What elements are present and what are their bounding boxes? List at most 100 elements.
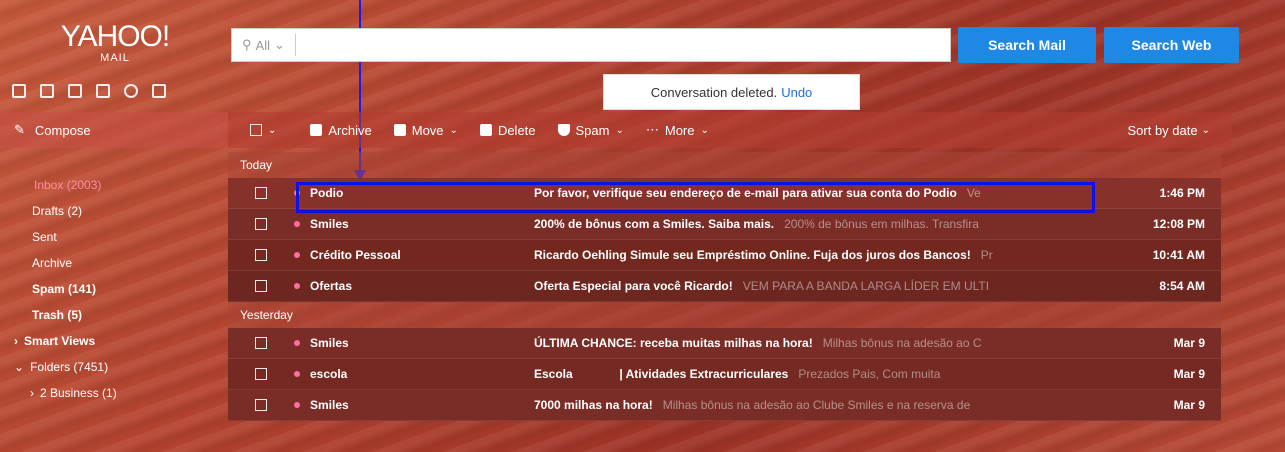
- search-mail-button[interactable]: Search Mail: [958, 27, 1096, 63]
- message-preview: 200% de bônus em milhas. Transfira: [784, 217, 979, 231]
- chevron-right-icon: ›: [14, 334, 18, 348]
- sort-label: Sort by date: [1127, 122, 1198, 138]
- notepad-icon[interactable]: [96, 84, 110, 98]
- message-sender: Smiles: [310, 336, 349, 350]
- unread-dot-icon: [294, 371, 300, 377]
- message-time: 10:41 AM: [1152, 248, 1205, 262]
- section-header-yesterday: Yesterday: [228, 302, 1221, 328]
- sidebar-item-label: Smart Views: [24, 334, 96, 348]
- search-bar: ⚲ All ⌄: [231, 28, 951, 62]
- more-label: More: [664, 122, 695, 138]
- select-all-checkbox[interactable]: [250, 124, 262, 136]
- message-preview: Milhas bônus na adesão ao C: [822, 336, 982, 350]
- yahoo-mail-logo[interactable]: YAHOO! MAIL: [40, 20, 190, 65]
- message-row[interactable]: Smiles 200% de bônus com a Smiles. Saiba…: [228, 209, 1221, 240]
- message-preview: VEM PARA A BANDA LARGA LÍDER EM ULTI: [742, 279, 990, 293]
- message-preview: Pr: [980, 248, 993, 262]
- message-subject: 200% de bônus com a Smiles. Saiba mais.: [534, 217, 775, 231]
- messenger-icon[interactable]: [124, 84, 138, 98]
- app-switcher: [12, 84, 166, 98]
- unread-dot-icon: [294, 402, 300, 408]
- message-subject: Por favor, verifique seu endereço de e-m…: [534, 186, 957, 200]
- contacts-icon[interactable]: [40, 84, 54, 98]
- search-scope-label: All: [255, 37, 270, 53]
- compose-label: Compose: [34, 122, 91, 138]
- trash-icon: [479, 124, 492, 136]
- chevron-down-icon: ⌄: [268, 124, 277, 136]
- sidebar-item-drafts[interactable]: Drafts (2): [0, 198, 228, 224]
- message-preview: Prezados Pais, Com muita: [798, 367, 941, 381]
- message-row[interactable]: Crédito Pessoal Ricardo Oehling Simule s…: [228, 240, 1221, 271]
- message-preview: Milhas bônus na adesão ao Clube Smiles e…: [662, 398, 971, 412]
- unread-dot-icon: [294, 252, 300, 258]
- toast-message: Conversation deleted.: [650, 84, 778, 100]
- chevron-down-icon: ⌄: [449, 124, 458, 136]
- select-all-dropdown[interactable]: ⌄: [250, 124, 276, 136]
- delete-button[interactable]: Delete: [479, 122, 536, 138]
- sidebar-item-folders[interactable]: ⌄ Folders (7451): [0, 354, 228, 380]
- delete-label: Delete: [497, 122, 536, 138]
- logo-text: YAHOO!: [60, 20, 170, 53]
- message-sender: Podio: [310, 186, 344, 200]
- more-button[interactable]: ⋯ More ⌄: [646, 122, 709, 138]
- row-checkbox[interactable]: [255, 218, 267, 230]
- row-checkbox[interactable]: [255, 399, 267, 411]
- message-row[interactable]: Smiles ÚLTIMA CHANCE: receba muitas milh…: [228, 328, 1221, 359]
- folder-icon: [393, 124, 406, 136]
- undo-link[interactable]: Undo: [781, 85, 812, 100]
- search-scope-dropdown[interactable]: ⚲ All ⌄: [232, 34, 296, 56]
- search-web-button[interactable]: Search Web: [1104, 27, 1239, 63]
- message-sender: Smiles: [310, 217, 349, 231]
- pencil-icon: ✎: [14, 122, 25, 137]
- message-sender: escola: [310, 367, 348, 381]
- sidebar-item-inbox[interactable]: Inbox (2003): [0, 172, 228, 198]
- row-checkbox[interactable]: [255, 187, 267, 199]
- search-input[interactable]: [295, 30, 950, 60]
- message-time: 12:08 PM: [1152, 217, 1205, 231]
- message-row[interactable]: escola Escola | Atividades Extracurricul…: [228, 359, 1221, 390]
- sidebar-item-trash[interactable]: Trash (5): [0, 302, 228, 328]
- newsfeed-icon[interactable]: [152, 84, 166, 98]
- move-button[interactable]: Move ⌄: [393, 123, 458, 138]
- compose-button[interactable]: ✎ Compose: [0, 112, 228, 148]
- message-time: 8:54 AM: [1159, 279, 1205, 293]
- archive-button[interactable]: Archive: [310, 122, 372, 138]
- message-time: Mar 9: [1173, 367, 1205, 381]
- notification-toast: Conversation deleted. Undo: [603, 74, 860, 110]
- chevron-right-icon: ›: [30, 386, 34, 400]
- message-list: Today Podio Por favor, verifique seu end…: [228, 152, 1221, 421]
- message-row[interactable]: Ofertas Oferta Especial para você Ricard…: [228, 271, 1221, 302]
- row-checkbox[interactable]: [255, 337, 267, 349]
- unread-dot-icon: [294, 190, 300, 196]
- message-row[interactable]: Smiles 7000 milhas na hora! Milhas bônus …: [228, 390, 1221, 421]
- chevron-down-icon: ⌄: [1201, 124, 1210, 136]
- sidebar-item-label: Folders (7451): [30, 360, 109, 374]
- message-subject: Escola | Atividades Extracurriculares: [534, 367, 789, 381]
- sidebar-item-archive[interactable]: Archive: [0, 250, 228, 276]
- message-time: Mar 9: [1173, 398, 1205, 412]
- unread-dot-icon: [294, 283, 300, 289]
- mail-icon[interactable]: [12, 84, 26, 98]
- sidebar-item-smart-views[interactable]: › Smart Views: [0, 328, 228, 354]
- unread-dot-icon: [294, 221, 300, 227]
- archive-label: Archive: [328, 122, 372, 138]
- unread-dot-icon: [294, 340, 300, 346]
- message-subject: ÚLTIMA CHANCE: receba muitas milhas na h…: [534, 336, 813, 350]
- row-checkbox[interactable]: [255, 280, 267, 292]
- message-time: Mar 9: [1173, 336, 1205, 350]
- row-checkbox[interactable]: [255, 368, 267, 380]
- sidebar-item-sent[interactable]: Sent: [0, 224, 228, 250]
- sidebar-item-spam[interactable]: Spam (141): [0, 276, 228, 302]
- message-row[interactable]: Podio Por favor, verifique seu endereço …: [228, 178, 1221, 209]
- message-subject: 7000 milhas na hora!: [534, 398, 653, 412]
- message-time: 1:46 PM: [1159, 186, 1205, 200]
- sort-dropdown[interactable]: Sort by date ⌄: [1128, 123, 1211, 138]
- folder-sidebar: Inbox (2003) Drafts (2) Sent Archive Spa…: [0, 172, 228, 406]
- message-sender: Crédito Pessoal: [310, 248, 401, 262]
- spam-button[interactable]: Spam ⌄: [557, 123, 624, 138]
- row-checkbox[interactable]: [255, 249, 267, 261]
- message-subject: Ricardo Oehling Simule seu Empréstimo On…: [534, 248, 971, 262]
- calendar-icon[interactable]: [68, 84, 82, 98]
- sidebar-item-business[interactable]: › 2 Business (1): [0, 380, 228, 406]
- shield-icon: [557, 124, 570, 136]
